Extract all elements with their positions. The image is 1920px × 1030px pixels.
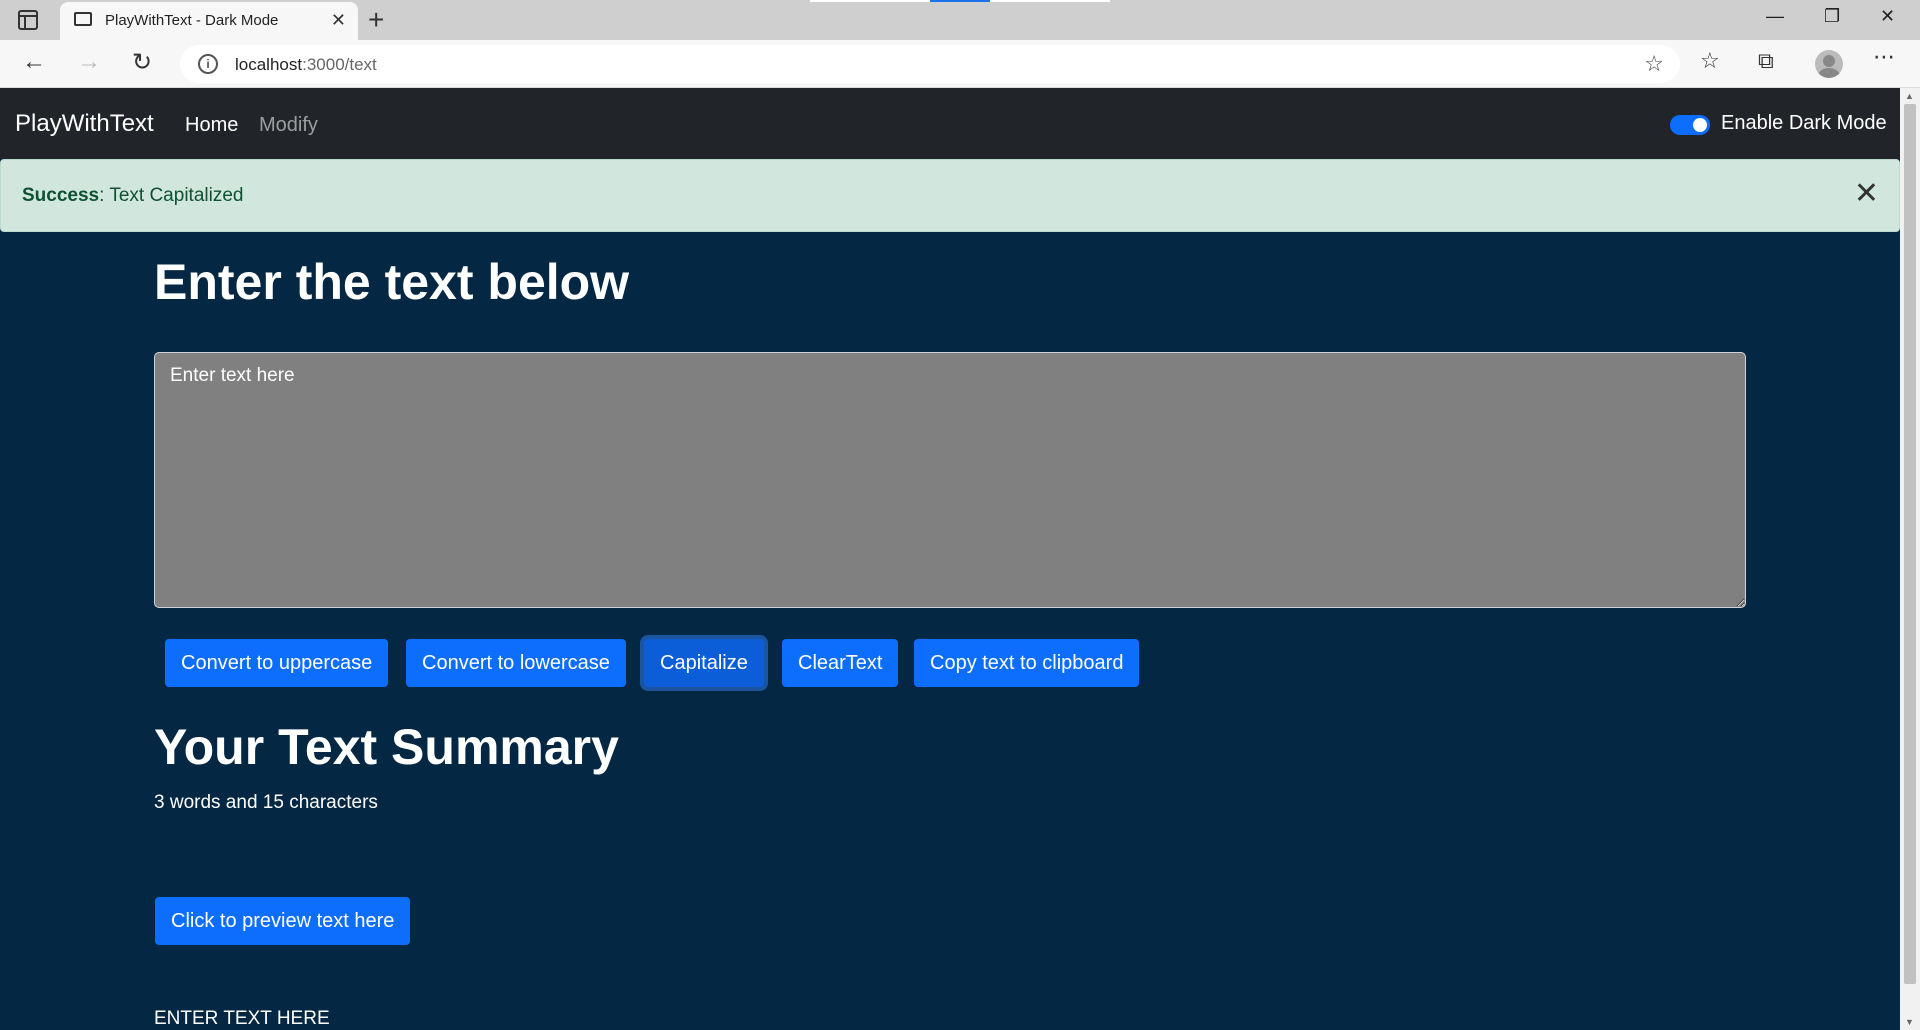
- loading-indicator: [810, 0, 1110, 2]
- alert-text: : Text Capitalized: [99, 185, 244, 206]
- alert-message: Success: Text Capitalized: [22, 185, 243, 207]
- new-tab-icon[interactable]: +: [368, 4, 384, 36]
- tab-actions-icon[interactable]: [18, 10, 38, 30]
- brand-logo[interactable]: PlayWithText: [15, 110, 154, 138]
- lowercase-button[interactable]: Convert to lowercase: [406, 639, 626, 687]
- dark-mode-label: Enable Dark Mode: [1721, 112, 1887, 134]
- browser-tab[interactable]: PlayWithText - Dark Mode ✕: [60, 2, 358, 40]
- favorites-icon[interactable]: ☆: [1700, 48, 1720, 74]
- preview-text: ENTER TEXT HERE: [154, 1008, 330, 1029]
- nav-link-home[interactable]: Home: [185, 114, 238, 137]
- address-bar[interactable]: i localhost:3000/text ☆: [180, 45, 1680, 83]
- tab-favicon-icon: [74, 12, 92, 26]
- nav-link-modify[interactable]: Modify: [259, 114, 318, 137]
- copy-text-button[interactable]: Copy text to clipboard: [914, 639, 1140, 687]
- dark-mode-toggle[interactable]: [1670, 115, 1710, 135]
- scroll-down-icon[interactable]: ▼: [1905, 1017, 1914, 1027]
- close-alert-icon[interactable]: ✕: [1854, 176, 1879, 211]
- minimize-icon[interactable]: —: [1766, 6, 1784, 27]
- preview-button[interactable]: Click to preview text here: [155, 897, 411, 945]
- capitalize-button[interactable]: Capitalize: [644, 639, 764, 687]
- restore-icon[interactable]: ❐: [1824, 6, 1840, 27]
- site-info-icon[interactable]: i: [198, 54, 218, 74]
- browser-toolbar: ← → ↻ i localhost:3000/text ☆ ☆ ⧉ ⋯: [0, 40, 1920, 88]
- page-title: Enter the text below: [154, 254, 630, 310]
- add-favorite-icon[interactable]: ☆: [1644, 51, 1664, 77]
- app-navbar: PlayWithText Home Modify Enable Dark Mod…: [0, 88, 1900, 159]
- close-tab-icon[interactable]: ✕: [331, 10, 346, 31]
- summary-heading: Your Text Summary: [154, 719, 619, 775]
- forward-icon[interactable]: →: [77, 48, 101, 76]
- close-window-icon[interactable]: ✕: [1880, 6, 1895, 27]
- url-host: localhost: [235, 55, 303, 74]
- page-scrollbar[interactable]: ▲ ▼: [1900, 88, 1920, 1030]
- text-input[interactable]: [154, 352, 1746, 608]
- clear-text-button[interactable]: ClearText: [782, 639, 899, 687]
- url-path: :3000/text: [302, 55, 377, 74]
- scroll-up-icon[interactable]: ▲: [1905, 91, 1914, 101]
- browser-tab-bar: PlayWithText - Dark Mode ✕ + — ❐ ✕: [0, 0, 1920, 40]
- url-text: localhost:3000/text: [235, 55, 377, 75]
- uppercase-button[interactable]: Convert to uppercase: [165, 639, 389, 687]
- more-options-icon[interactable]: ⋯: [1873, 44, 1895, 70]
- refresh-icon[interactable]: ↻: [132, 48, 152, 77]
- back-icon[interactable]: ←: [22, 48, 46, 76]
- success-alert: Success: Text Capitalized ✕: [0, 159, 1900, 232]
- alert-type: Success: [22, 185, 100, 206]
- profile-avatar[interactable]: [1815, 50, 1843, 78]
- summary-text: 3 words and 15 characters: [154, 792, 378, 813]
- scrollbar-thumb[interactable]: [1904, 104, 1916, 984]
- collections-icon[interactable]: ⧉: [1758, 48, 1774, 74]
- tab-title: PlayWithText - Dark Mode: [105, 12, 279, 29]
